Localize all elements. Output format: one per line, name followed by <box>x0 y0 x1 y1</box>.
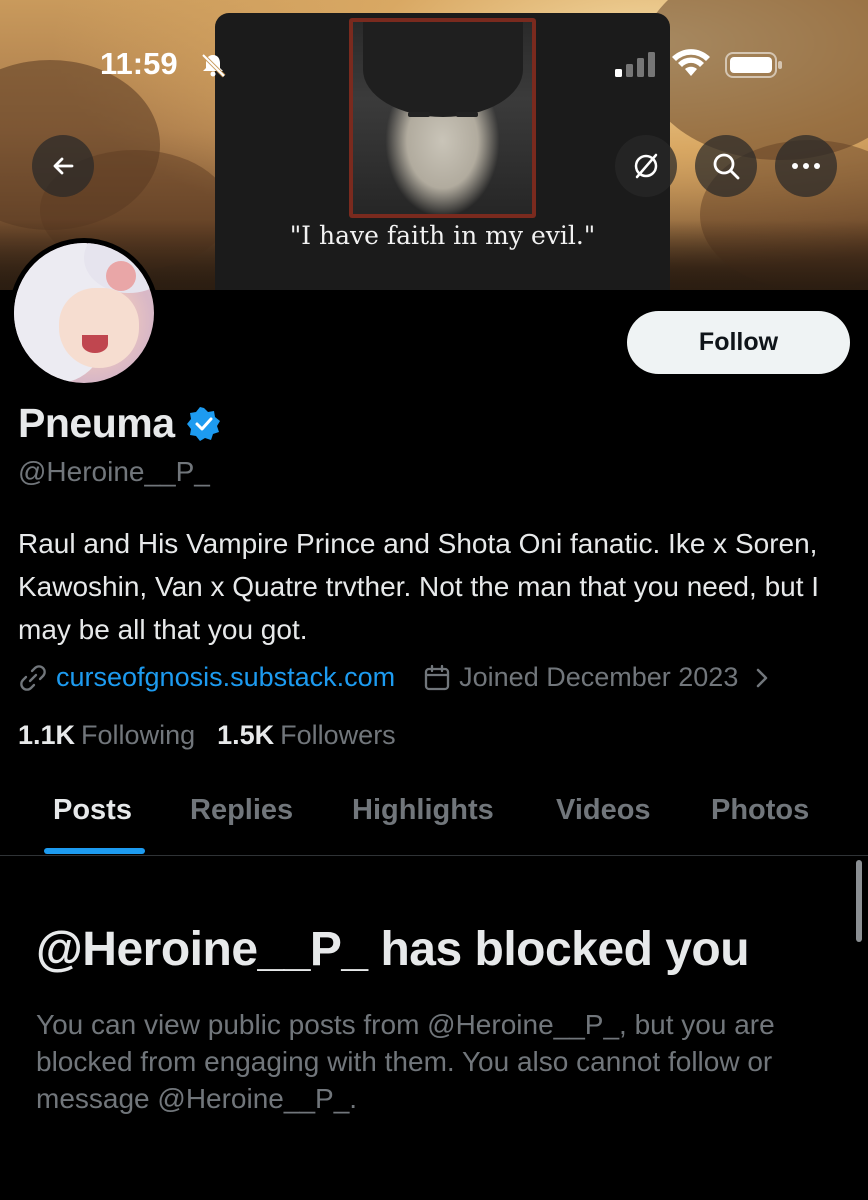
handle: @Heroine__P_ <box>18 456 210 487</box>
tab-posts[interactable]: Posts <box>53 794 132 827</box>
back-button[interactable] <box>32 135 94 197</box>
follow-counts: 1.1K Following 1.5K Followers <box>18 720 396 751</box>
followers-count[interactable]: 1.5K Followers <box>217 720 396 751</box>
signal-icon <box>615 52 655 77</box>
scrollbar[interactable] <box>856 860 862 942</box>
following-count[interactable]: 1.1K Following <box>18 720 195 751</box>
joined-date: Joined December 2023 <box>459 662 739 692</box>
tab-replies[interactable]: Replies <box>190 794 293 827</box>
more-icon <box>792 163 820 169</box>
calendar-icon <box>425 664 450 690</box>
active-tab-indicator <box>44 848 145 854</box>
blocked-message: You can view public posts from @Heroine_… <box>36 1009 775 1114</box>
arrow-left-icon <box>53 157 74 175</box>
status-time: 11:59 <box>100 46 178 81</box>
tab-highlights[interactable]: Highlights <box>352 794 494 827</box>
more-button[interactable] <box>775 135 837 197</box>
banner-meme-card: "I have faith in my evil." <box>215 13 670 290</box>
tab-photos[interactable]: Photos <box>711 794 809 827</box>
link-icon <box>20 664 46 691</box>
translate-off-icon <box>634 153 658 179</box>
follow-button[interactable]: Follow <box>627 311 850 374</box>
banner-tree <box>640 0 868 160</box>
meme-caption: "I have faith in my evil." <box>289 221 596 250</box>
bio: Raul and His Vampire Prince and Shota On… <box>18 528 820 645</box>
translate-off-button[interactable] <box>615 135 677 197</box>
profile-tabs: Posts Replies Highlights Videos Photos <box>0 770 868 856</box>
tab-videos[interactable]: Videos <box>556 794 651 827</box>
search-icon <box>713 153 740 180</box>
profile-name-row: Pneuma <box>18 400 221 447</box>
blocked-title: @Heroine__P_ has blocked you <box>36 923 750 976</box>
meme-portrait <box>349 18 536 218</box>
profile-meta: curseofgnosis.substack.com Joined Decemb… <box>18 662 772 693</box>
search-button[interactable] <box>695 135 757 197</box>
avatar[interactable] <box>9 238 159 388</box>
display-name: Pneuma <box>18 400 175 446</box>
bell-slash-icon <box>201 53 226 78</box>
website-link[interactable]: curseofgnosis.substack.com <box>56 662 395 693</box>
verified-badge-icon[interactable] <box>186 406 221 441</box>
battery-icon <box>725 52 782 78</box>
chevron-right-icon[interactable] <box>752 667 772 689</box>
wifi-icon <box>672 49 710 76</box>
